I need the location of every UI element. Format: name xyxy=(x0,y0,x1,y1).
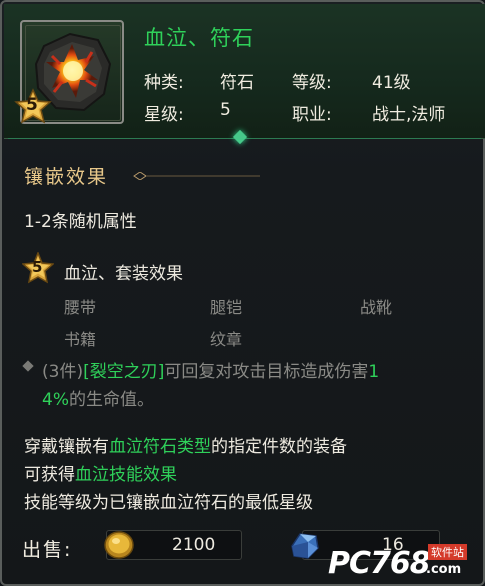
set-bonus-text-end: 的生命值。 xyxy=(68,390,154,410)
set-bonus-line-1: (3件)[裂空之刃]可回复对攻击目标造成伤害1 xyxy=(42,357,379,382)
inlay-effect-title: 镶嵌效果 xyxy=(24,166,109,188)
star-level-badge-number: 5 xyxy=(26,95,38,115)
watermark-logo: PC768 .com 软件站 xyxy=(328,540,473,581)
set-item-emblem: 纹章 xyxy=(210,330,243,349)
set-star-badge-number: 5 xyxy=(32,258,43,276)
description-line-3: 技能等级为已镶嵌血泣符石的最低星级 xyxy=(24,493,313,513)
set-bonus-skill: [裂空之刃] xyxy=(83,362,165,382)
set-item-belt: 腰带 xyxy=(64,298,97,317)
set-item-boots: 战靴 xyxy=(360,298,393,317)
set-bonus-line-2: 4%的生命值。 xyxy=(42,385,154,410)
blue-crystal-icon xyxy=(291,533,319,559)
level-value: 41级 xyxy=(372,73,411,93)
set-bonus-percent-part1: 1 xyxy=(368,362,380,382)
watermark-tag: 软件站 xyxy=(428,544,467,560)
set-bonus-count: (3件) xyxy=(42,362,84,382)
set-item-book: 书籍 xyxy=(64,330,97,349)
level-label: 等级: xyxy=(292,73,332,93)
star-label: 星级: xyxy=(144,105,184,125)
desc-text: 穿戴镶嵌有 xyxy=(24,437,109,457)
gold-price-value: 2100 xyxy=(172,535,216,555)
desc-highlight-type: 血泣符石类型 xyxy=(109,437,211,457)
type-value: 符石 xyxy=(220,73,254,93)
desc-highlight-skill: 血泣技能效果 xyxy=(75,465,177,485)
class-value: 战士,法师 xyxy=(372,105,446,125)
set-effect-title: 血泣、套装效果 xyxy=(64,264,183,284)
type-label: 种类: xyxy=(144,73,184,93)
item-tooltip-panel: 5 血泣、符石 种类: 符石 等级: 41级 星级: 5 职业: 战士,法师 镶… xyxy=(0,0,485,586)
set-item-legguard: 腿铠 xyxy=(210,298,243,317)
random-attribute-text: 1-2条随机属性 xyxy=(24,212,137,232)
gold-coin-icon xyxy=(104,531,134,559)
watermark-brand: PC768 xyxy=(328,546,431,581)
desc-text: 可获得 xyxy=(24,465,75,485)
sell-label: 出售: xyxy=(22,539,73,561)
set-bonus-percent-part2: 4% xyxy=(42,390,69,410)
description-line-2: 可获得血泣技能效果 xyxy=(24,460,177,485)
bullet-diamond-icon xyxy=(22,360,34,372)
desc-text: 的指定件数的装备 xyxy=(211,437,347,457)
class-label: 职业: xyxy=(292,105,332,125)
item-name: 血泣、符石 xyxy=(144,26,254,50)
watermark-domain: .com xyxy=(426,562,462,577)
set-bonus-text: 可回复对攻击目标造成伤害 xyxy=(164,362,369,382)
description-line-1: 穿戴镶嵌有血泣符石类型的指定件数的装备 xyxy=(24,432,347,457)
star-value: 5 xyxy=(220,100,231,120)
title-ornament-icon xyxy=(133,172,260,180)
